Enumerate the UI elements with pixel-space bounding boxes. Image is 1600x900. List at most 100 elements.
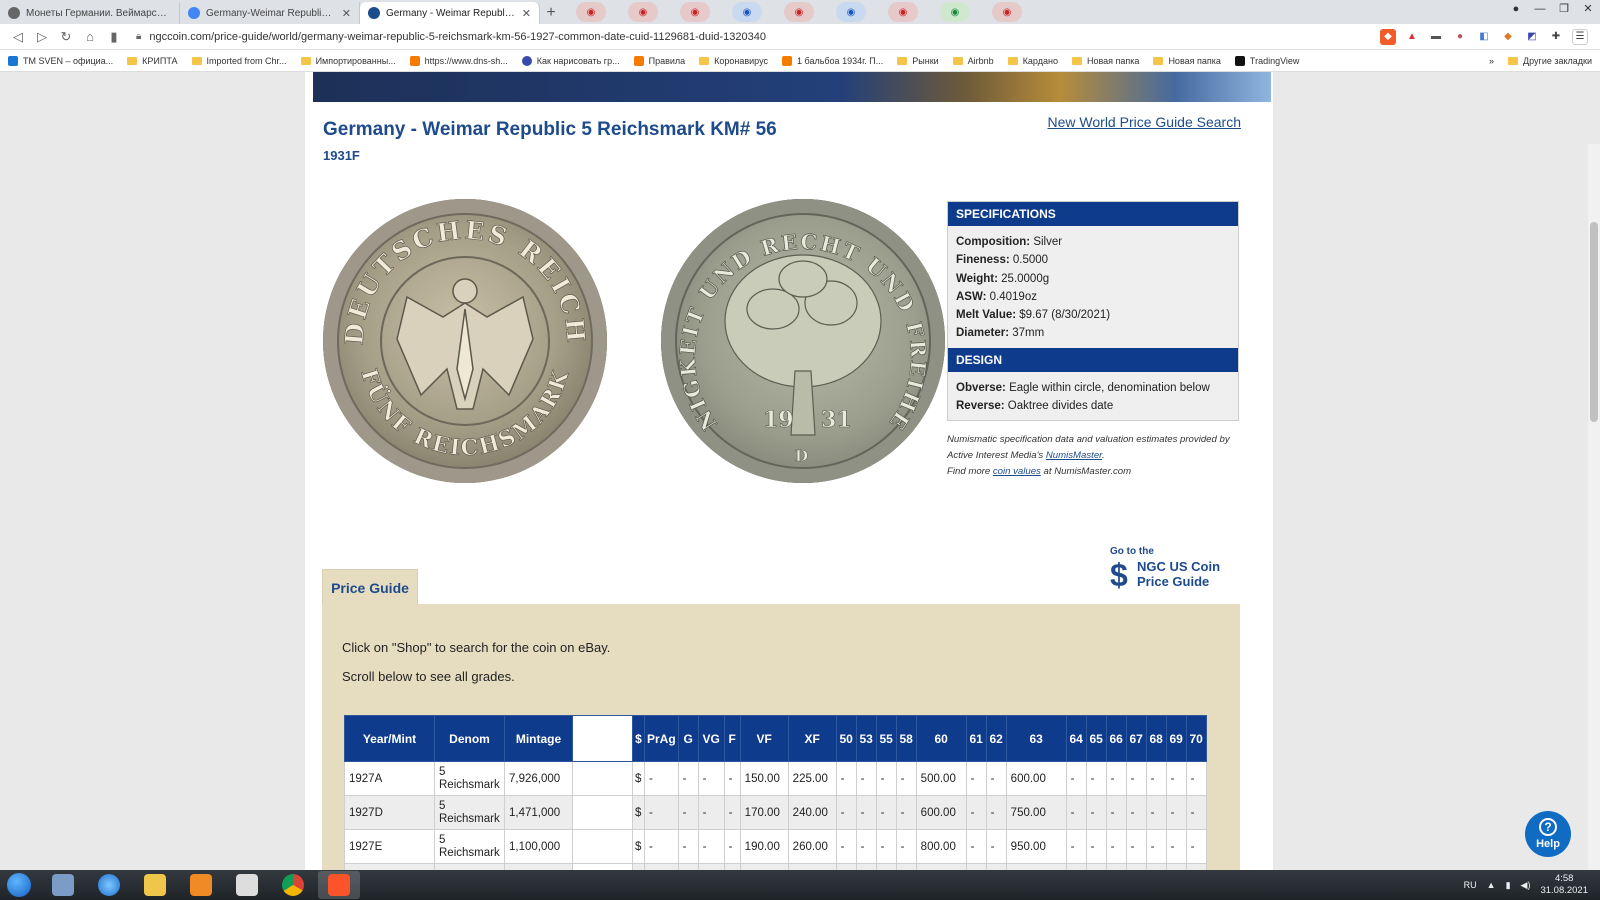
clock[interactable]: 4:58 31.08.2021	[1540, 873, 1588, 897]
column-header[interactable]: 63	[1005, 715, 1067, 762]
column-header[interactable]: 69	[1165, 715, 1187, 762]
more-bookmarks-button[interactable]: »	[1489, 56, 1494, 66]
column-header[interactable]: 50	[835, 715, 857, 762]
table-cell[interactable]	[572, 795, 633, 830]
help-button[interactable]: ? Help	[1525, 811, 1571, 857]
bookmark-folder[interactable]: Коронавирус	[699, 56, 768, 66]
maximize-icon[interactable]: ❐	[1552, 0, 1576, 20]
other-bookmarks-folder[interactable]: Другие закладки	[1508, 56, 1592, 66]
taskbar-app[interactable]	[272, 871, 314, 899]
extensions-puzzle-icon[interactable]: ✚	[1548, 29, 1564, 45]
column-header[interactable]: 62	[985, 715, 1007, 762]
taskbar-app-active[interactable]	[318, 871, 360, 899]
new-world-price-guide-search-link[interactable]: New World Price Guide Search	[1048, 114, 1241, 130]
profile-icon[interactable]: ●	[1504, 0, 1528, 20]
taskbar-app[interactable]	[88, 871, 130, 899]
tab-close-icon[interactable]: ✕	[342, 7, 351, 20]
column-header[interactable]: G	[677, 715, 699, 762]
extension-icon[interactable]: ◩	[1524, 29, 1540, 45]
column-header[interactable]: F	[723, 715, 741, 762]
bookmark-folder[interactable]: Импортированны...	[300, 56, 396, 66]
brave-shield-icon[interactable]: ◆	[1380, 28, 1396, 45]
coin-values-link[interactable]: coin values	[993, 466, 1041, 477]
taskbar-app[interactable]	[180, 871, 222, 899]
pinned-tab-icon[interactable]: ◉	[628, 2, 658, 22]
tab-price-guide[interactable]: Price Guide	[322, 569, 418, 606]
column-header[interactable]: 64	[1065, 715, 1087, 762]
tray-arrow-icon[interactable]: ▲	[1487, 880, 1496, 890]
column-header[interactable]: 68	[1145, 715, 1167, 762]
scrollbar-thumb[interactable]	[1590, 222, 1598, 422]
extension-icon[interactable]: ●	[1452, 29, 1468, 45]
bookmark-folder[interactable]: Airbnb	[952, 56, 994, 66]
tab-close-icon[interactable]: ✕	[522, 7, 531, 20]
column-header[interactable]: 65	[1085, 715, 1107, 762]
bookmark-icon[interactable]: ▮	[102, 26, 126, 48]
pinned-tab-icon[interactable]: ◉	[576, 2, 606, 22]
pinned-tab-icon[interactable]: ◉	[732, 2, 762, 22]
volume-icon[interactable]: ◀)	[1521, 880, 1531, 891]
column-header[interactable]: 58	[895, 715, 917, 762]
column-header[interactable]: XF	[787, 715, 837, 762]
bookmark-item[interactable]: https://www.dns-sh...	[409, 55, 508, 66]
forward-icon[interactable]: ▷	[30, 26, 54, 48]
column-header[interactable]: 60	[915, 715, 967, 762]
bookmark-item[interactable]: Правила	[633, 55, 685, 66]
taskbar-app[interactable]	[226, 871, 268, 899]
address-bar[interactable]: 🔒︎ ngccoin.com/price-guide/world/germany…	[136, 27, 1380, 47]
minimize-icon[interactable]: —	[1528, 0, 1552, 20]
bookmark-folder[interactable]: Рынки	[897, 56, 939, 66]
page-scrollbar[interactable]	[1588, 144, 1600, 870]
column-header[interactable]: 53	[855, 715, 877, 762]
bookmark-folder[interactable]: Imported from Chr...	[191, 56, 287, 66]
taskbar-app[interactable]	[42, 871, 84, 899]
extension-icon[interactable]: ▬	[1428, 29, 1444, 45]
taskbar-app[interactable]	[134, 871, 176, 899]
coin-obverse-image[interactable]: DEUTSCHES REICH FÜNF REICHSMARK	[323, 199, 607, 483]
close-window-icon[interactable]: ✕	[1576, 0, 1600, 20]
translate-icon[interactable]: ◧	[1476, 29, 1492, 45]
column-header[interactable]: Year/Mint	[344, 715, 435, 762]
bookmark-item[interactable]: Как нарисовать гр...	[521, 55, 620, 66]
pinned-tab-icon[interactable]: ◉	[940, 2, 970, 22]
column-header[interactable]: VG	[697, 715, 725, 762]
new-tab-button[interactable]: +	[540, 2, 562, 24]
reload-icon[interactable]: ↻	[54, 26, 78, 48]
browser-tab[interactable]: Germany-Weimar Republic KM# 56 - ✕	[180, 2, 360, 24]
pinned-tab-icon[interactable]: ◉	[992, 2, 1022, 22]
bookmark-folder[interactable]: Новая папка	[1153, 56, 1221, 66]
table-cell[interactable]	[572, 829, 633, 864]
table-cell[interactable]	[572, 761, 633, 796]
metamask-icon[interactable]: ◆	[1500, 29, 1516, 45]
start-button[interactable]	[0, 870, 38, 900]
network-icon[interactable]: ▮	[1506, 880, 1511, 891]
column-header[interactable]: $	[632, 715, 645, 762]
bookmark-folder[interactable]: Новая папка	[1071, 56, 1139, 66]
column-header[interactable]: Mintage	[504, 715, 573, 762]
pinned-tab-icon[interactable]: ◉	[680, 2, 710, 22]
column-header[interactable]	[572, 715, 633, 762]
brave-rewards-icon[interactable]: ▲	[1404, 29, 1420, 45]
column-header[interactable]: 55	[875, 715, 897, 762]
ngc-us-coin-price-guide-link[interactable]: Go to the $ NGC US Coin Price Guide	[1110, 546, 1240, 593]
browser-tab[interactable]: Монеты Германии. Веймарская Рес...	[0, 2, 180, 24]
pinned-tab-icon[interactable]: ◉	[836, 2, 866, 22]
bookmark-folder[interactable]: КРИПТА	[127, 56, 178, 66]
coin-reverse-image[interactable]: EINIGKEIT UND RECHT UND FREIHEIT 19 31 D	[661, 199, 945, 483]
bookmark-item[interactable]: TM SVEN – официа...	[8, 55, 113, 66]
bookmark-item[interactable]: TradingView	[1234, 55, 1299, 66]
back-icon[interactable]: ◁	[6, 26, 30, 48]
pinned-tab-icon[interactable]: ◉	[784, 2, 814, 22]
column-header[interactable]: 61	[965, 715, 987, 762]
language-indicator[interactable]: RU	[1464, 880, 1477, 890]
column-header[interactable]: VF	[739, 715, 789, 762]
column-header[interactable]: PrAg	[644, 715, 679, 762]
browser-tab-active[interactable]: Germany - Weimar Republic 5 Reic ✕	[360, 2, 540, 24]
column-header[interactable]: Denom	[434, 715, 505, 762]
menu-icon[interactable]: ☰	[1572, 28, 1588, 45]
column-header[interactable]: 70	[1185, 715, 1207, 762]
pinned-tab-icon[interactable]: ◉	[888, 2, 918, 22]
numismaster-link[interactable]: NumisMaster	[1046, 450, 1102, 461]
column-header[interactable]: 66	[1105, 715, 1127, 762]
column-header[interactable]: 67	[1125, 715, 1147, 762]
